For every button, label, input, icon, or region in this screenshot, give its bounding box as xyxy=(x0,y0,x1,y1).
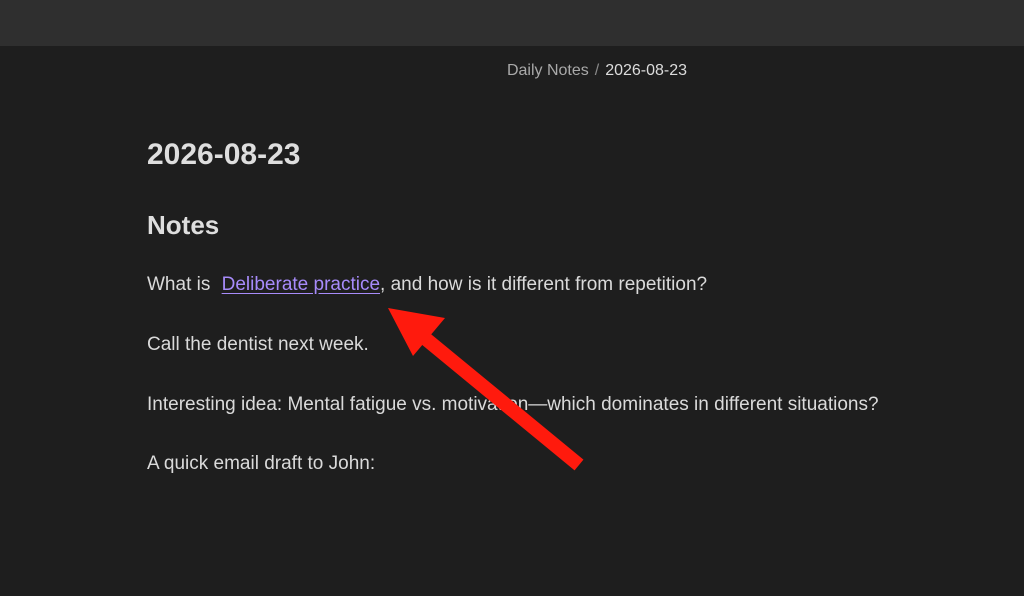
breadcrumb-current-note[interactable]: 2026-08-23 xyxy=(605,62,687,79)
note-editor[interactable]: 2026-08-23 Notes What is Deliberate prac… xyxy=(147,130,987,476)
breadcrumb-parent-folder[interactable]: Daily Notes xyxy=(507,62,589,79)
note-line-deliberate-practice: What is Deliberate practice, and how is … xyxy=(147,273,987,297)
breadcrumb-separator: / xyxy=(594,62,600,79)
line-text-before-link: What is xyxy=(147,274,216,295)
note-line-email-draft: A quick email draft to John: xyxy=(147,453,376,474)
breadcrumb-inner: Daily Notes / 2026-08-23 xyxy=(507,60,687,82)
section-heading-notes: Notes xyxy=(147,210,220,240)
title-bar xyxy=(0,0,1024,46)
breadcrumb: Daily Notes / 2026-08-23 xyxy=(0,60,1024,82)
page-title[interactable]: 2026-08-23 xyxy=(147,138,987,172)
note-line-mental-fatigue: Interesting idea: Mental fatigue vs. mot… xyxy=(147,394,879,415)
internal-link-deliberate-practice[interactable]: Deliberate practice xyxy=(222,274,380,295)
note-line-dentist: Call the dentist next week. xyxy=(147,334,369,355)
app-window: Daily Notes / 2026-08-23 2026-08-23 Notes … xyxy=(0,0,1024,596)
line-text-after-link: , and how is it different from repetitio… xyxy=(380,274,708,295)
